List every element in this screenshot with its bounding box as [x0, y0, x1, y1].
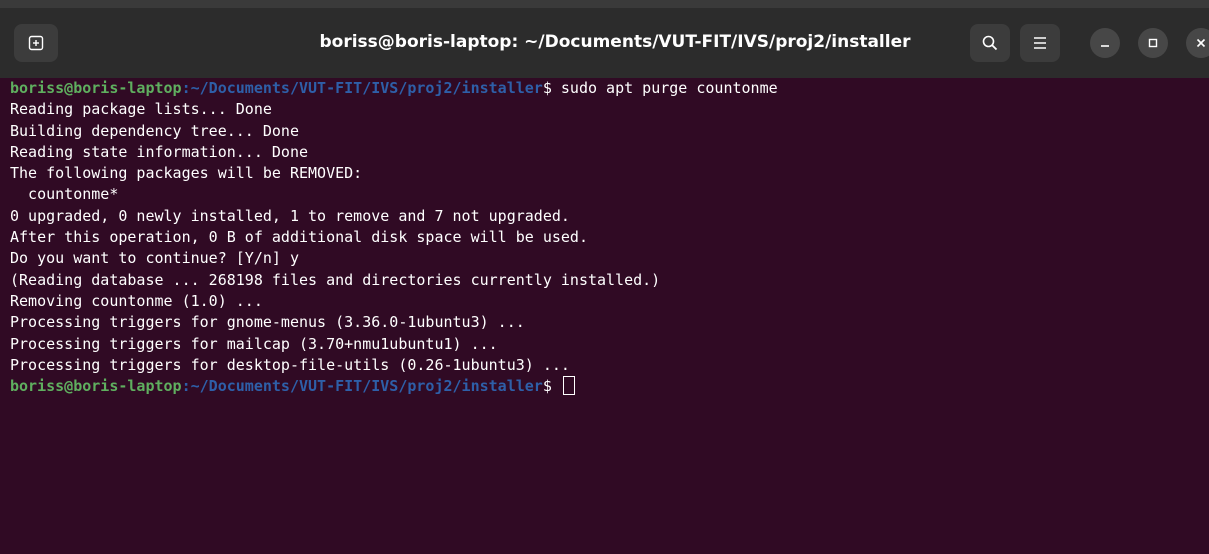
output-line: Processing triggers for gnome-menus (3.3…: [10, 313, 525, 332]
prompt-dollar: $: [542, 79, 552, 97]
search-button[interactable]: [970, 24, 1010, 62]
prompt-dollar: $: [542, 377, 552, 396]
menu-button[interactable]: [1020, 24, 1060, 62]
output-line: After this operation, 0 B of additional …: [10, 228, 588, 247]
output-line: Do you want to continue? [Y/n] y: [10, 249, 299, 268]
current-prompt-line[interactable]: boriss@boris-laptop:~/Documents/VUT-FIT/…: [10, 376, 1209, 397]
output-line: (Reading database ... 268198 files and d…: [10, 270, 661, 289]
output-line: Reading package lists... Done: [10, 100, 272, 119]
output-line: The following packages will be REMOVED:: [10, 164, 363, 183]
search-icon: [982, 35, 998, 51]
prompt-path: ~/Documents/VUT-FIT/IVS/proj2/installer: [190, 79, 543, 97]
output-line: 0 upgraded, 0 newly installed, 1 to remo…: [10, 206, 570, 225]
terminal-window: boriss@boris-laptop: ~/Documents/VUT-FIT…: [0, 0, 1209, 554]
title-bar-top-strip: [0, 0, 1209, 8]
title-bar[interactable]: boriss@boris-laptop: ~/Documents/VUT-FIT…: [0, 0, 1209, 79]
new-tab-icon: [28, 35, 44, 51]
output-line: Removing countonme (1.0) ...: [10, 291, 263, 310]
prompt-path: ~/Documents/VUT-FIT/IVS/proj2/installer: [190, 377, 543, 396]
output-line: Processing triggers for desktop-file-uti…: [10, 355, 570, 374]
new-tab-button[interactable]: [14, 24, 58, 62]
prompt-line: boriss@boris-laptop:~/Documents/VUT-FIT/…: [10, 78, 1209, 99]
output-line: Processing triggers for mailcap (3.70+nm…: [10, 334, 498, 353]
hamburger-menu-icon: [1034, 37, 1046, 49]
minimize-icon: [1101, 45, 1109, 47]
prompt-user-host: boriss@boris-laptop: [10, 79, 182, 97]
maximize-icon: [1148, 38, 1158, 48]
output-line: Building dependency tree... Done: [10, 121, 299, 140]
output-line: countonme*: [10, 185, 119, 204]
maximize-button[interactable]: [1138, 28, 1168, 58]
output-line: Reading state information... Done: [10, 142, 309, 161]
terminal-output-area[interactable]: boriss@boris-laptop:~/Documents/VUT-FIT/…: [0, 78, 1209, 554]
command-text: sudo apt purge countonme: [551, 79, 778, 97]
prompt-user-host: boriss@boris-laptop: [10, 377, 182, 396]
command-input[interactable]: [552, 377, 561, 395]
prompt-colon: :: [181, 377, 191, 396]
window-title: boriss@boris-laptop: ~/Documents/VUT-FIT…: [319, 32, 911, 52]
minimize-button[interactable]: [1090, 28, 1120, 58]
text-cursor: [562, 376, 575, 396]
close-icon: [1196, 38, 1206, 48]
close-button[interactable]: [1186, 28, 1209, 58]
prompt-colon: :: [181, 79, 191, 97]
